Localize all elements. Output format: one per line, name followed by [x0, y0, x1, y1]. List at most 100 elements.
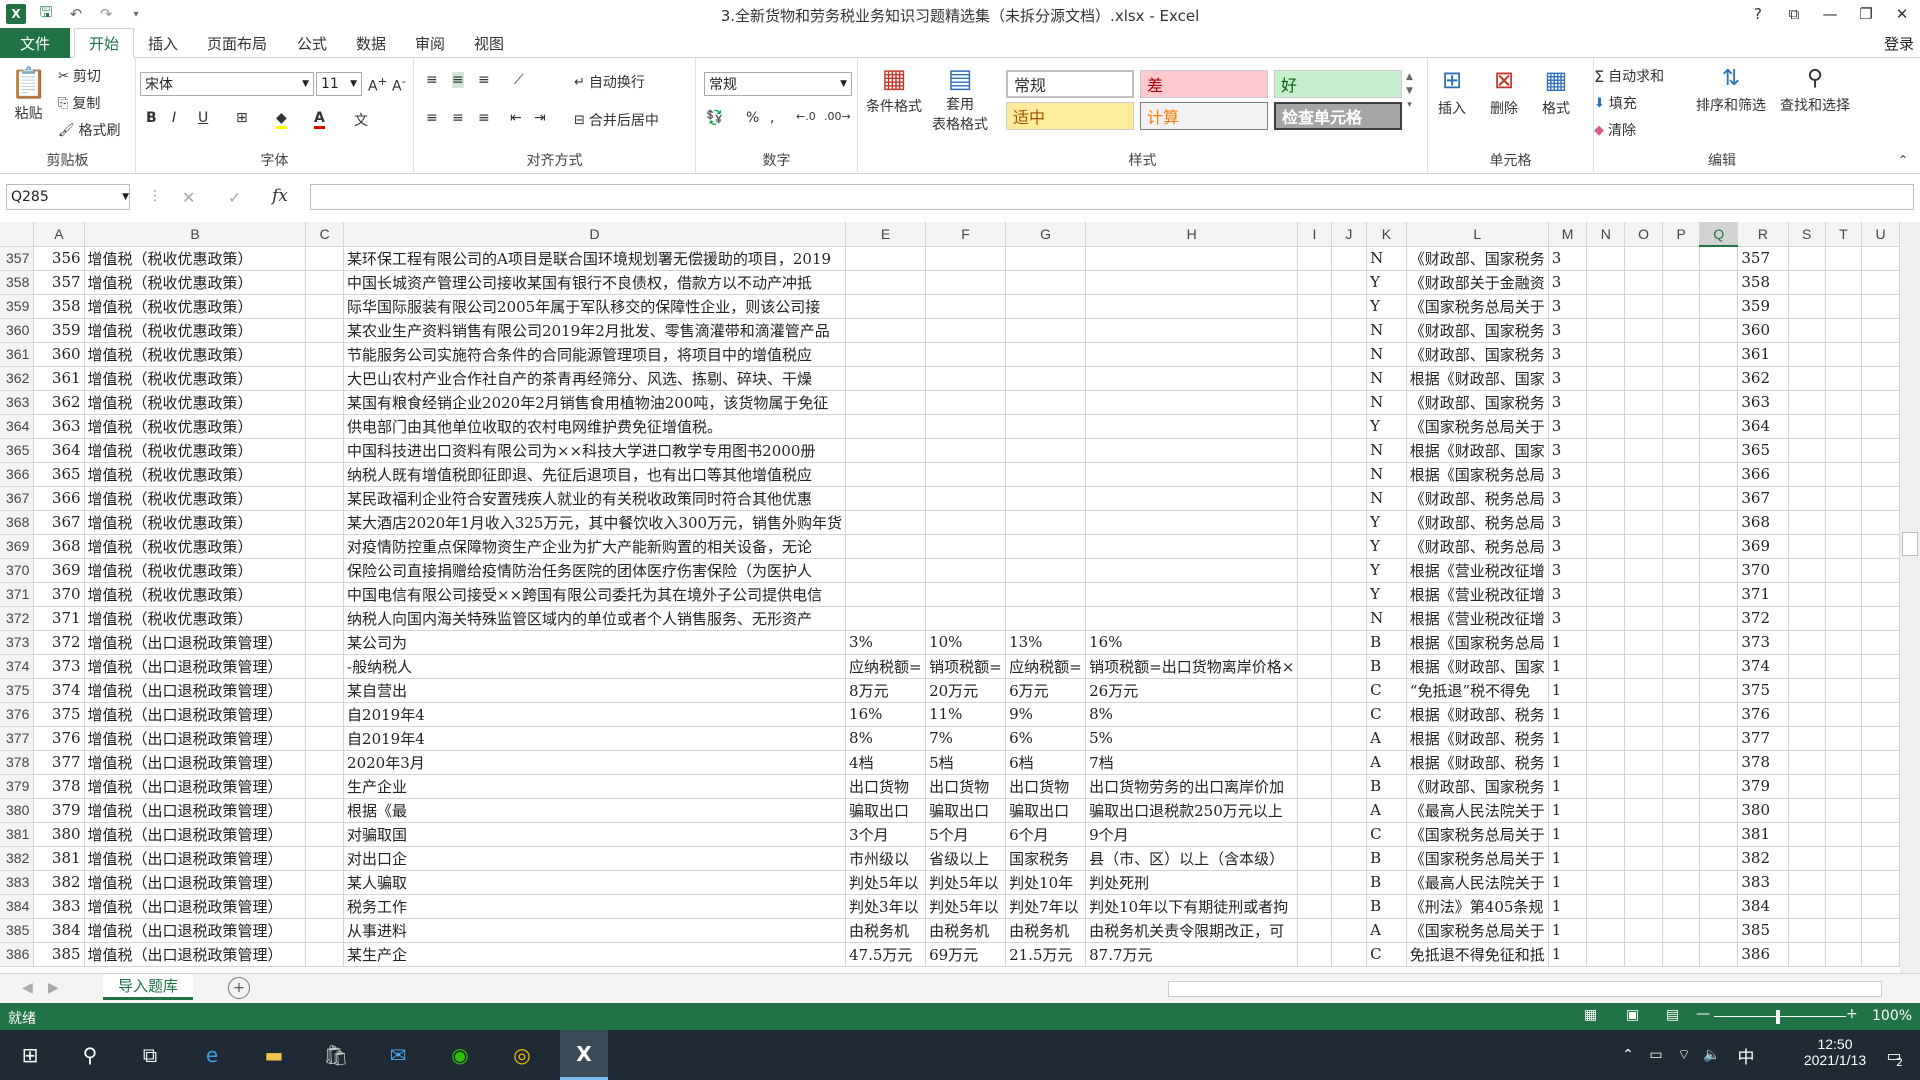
- cell-g[interactable]: 6档: [1005, 750, 1087, 775]
- cell-b[interactable]: 增值税（税收优惠政策）: [84, 510, 307, 535]
- cell-g[interactable]: [1005, 486, 1087, 511]
- format-as-table-button[interactable]: ▤ 套用 表格格式: [932, 64, 988, 134]
- cell-i[interactable]: [1297, 606, 1332, 631]
- cell-a[interactable]: 365: [33, 462, 85, 487]
- cell-c[interactable]: [305, 534, 345, 559]
- cell-u[interactable]: [1861, 462, 1900, 487]
- styles-more-button[interactable]: ▲ ▼ ▾: [1406, 72, 1413, 110]
- increase-decimal-button[interactable]: ←.0: [796, 110, 816, 123]
- cell-o[interactable]: [1624, 582, 1664, 607]
- cell-e[interactable]: 16%: [845, 702, 927, 727]
- cell-r[interactable]: 380: [1737, 798, 1789, 823]
- italic-button[interactable]: I: [172, 110, 176, 126]
- cell-i[interactable]: [1297, 510, 1332, 535]
- cell-f[interactable]: [925, 462, 1007, 487]
- cell-f[interactable]: [925, 534, 1007, 559]
- name-box[interactable]: Q285 ▼: [6, 184, 130, 210]
- cell-i[interactable]: [1297, 246, 1332, 271]
- cell-p[interactable]: [1662, 894, 1701, 919]
- row-header[interactable]: 375: [0, 678, 35, 703]
- cell-e[interactable]: 3%: [845, 630, 927, 655]
- cell-e[interactable]: [845, 558, 927, 583]
- cell-b[interactable]: 增值税（出口退税政策管理）: [84, 774, 307, 799]
- cell-d[interactable]: 自2019年4: [343, 702, 847, 727]
- cell-u[interactable]: [1861, 342, 1900, 367]
- cell-f[interactable]: 69万元: [925, 942, 1007, 967]
- mail-icon[interactable]: ✉: [382, 1039, 414, 1071]
- cell-t[interactable]: [1825, 486, 1863, 511]
- cell-f[interactable]: [925, 270, 1007, 295]
- column-header-m[interactable]: M: [1548, 222, 1588, 247]
- tab-file[interactable]: 文件: [0, 28, 70, 58]
- cell-l[interactable]: 根据《国家税务总局: [1406, 462, 1549, 487]
- cell-t[interactable]: [1825, 246, 1863, 271]
- cell-j[interactable]: [1331, 918, 1368, 943]
- cell-d[interactable]: 税务工作: [343, 894, 847, 919]
- cell-s[interactable]: [1788, 558, 1826, 583]
- cell-i[interactable]: [1297, 582, 1332, 607]
- cell-f[interactable]: [925, 414, 1007, 439]
- cell-b[interactable]: 增值税（出口退税政策管理）: [84, 678, 307, 703]
- cell-s[interactable]: [1788, 822, 1826, 847]
- cell-b[interactable]: 增值税（税收优惠政策）: [84, 270, 307, 295]
- cell-l[interactable]: 根据《财政部、税务: [1406, 702, 1549, 727]
- cell-i[interactable]: [1297, 942, 1332, 967]
- cell-o[interactable]: [1624, 486, 1664, 511]
- cell-k[interactable]: Y: [1366, 510, 1407, 535]
- save-icon[interactable]: 🖫: [36, 3, 56, 24]
- cell-g[interactable]: [1005, 582, 1087, 607]
- cell-r[interactable]: 384: [1737, 894, 1789, 919]
- cell-d[interactable]: 节能服务公司实施符合条件的合同能源管理项目，将项目中的增值税应: [343, 342, 847, 367]
- cell-e[interactable]: [845, 438, 927, 463]
- cell-c[interactable]: [305, 342, 345, 367]
- cell-p[interactable]: [1662, 702, 1701, 727]
- cell-f[interactable]: [925, 390, 1007, 415]
- cell-o[interactable]: [1624, 414, 1664, 439]
- cell-s[interactable]: [1788, 534, 1826, 559]
- cell-c[interactable]: [305, 654, 345, 679]
- cell-m[interactable]: 1: [1548, 678, 1588, 703]
- cell-t[interactable]: [1825, 606, 1863, 631]
- cell-k[interactable]: B: [1366, 894, 1407, 919]
- cell-a[interactable]: 357: [33, 270, 85, 295]
- cell-e[interactable]: 8%: [845, 726, 927, 751]
- cell-q[interactable]: [1699, 438, 1739, 463]
- cell-s[interactable]: [1788, 414, 1826, 439]
- cell-a[interactable]: 361: [33, 366, 85, 391]
- cell-f[interactable]: 5档: [925, 750, 1007, 775]
- cell-j[interactable]: [1331, 270, 1368, 295]
- cell-u[interactable]: [1861, 774, 1900, 799]
- cell-a[interactable]: 377: [33, 750, 85, 775]
- cell-h[interactable]: 判处10年以下有期徒刑或者拘: [1085, 894, 1299, 919]
- cell-c[interactable]: [305, 726, 345, 751]
- ribbon-display-icon[interactable]: ⧉: [1776, 0, 1812, 28]
- cell-i[interactable]: [1297, 342, 1332, 367]
- cell-e[interactable]: [845, 606, 927, 631]
- close-button[interactable]: ✕: [1884, 0, 1920, 28]
- cell-g[interactable]: 骗取出口: [1005, 798, 1087, 823]
- row-header[interactable]: 366: [0, 462, 35, 487]
- cell-n[interactable]: [1586, 486, 1626, 511]
- cell-a[interactable]: 380: [33, 822, 85, 847]
- help-icon[interactable]: ?: [1740, 0, 1776, 28]
- font-name-select[interactable]: 宋体 ▼: [140, 72, 314, 96]
- cell-d[interactable]: 某生产企: [343, 942, 847, 967]
- cell-j[interactable]: [1331, 630, 1368, 655]
- cell-t[interactable]: [1825, 510, 1863, 535]
- cell-l[interactable]: 免抵退不得免征和抵: [1406, 942, 1549, 967]
- ime-indicator[interactable]: 中: [1730, 1039, 1762, 1071]
- cell-n[interactable]: [1586, 846, 1626, 871]
- cell-d[interactable]: 某民政福利企业符合安置残疾人就业的有关税收政策同时符合其他优惠: [343, 486, 847, 511]
- cell-d[interactable]: 保险公司直接捐赠给疫情防治任务医院的团体医疗伤害保险（为医护人: [343, 558, 847, 583]
- cell-k[interactable]: C: [1366, 822, 1407, 847]
- cell-s[interactable]: [1788, 918, 1826, 943]
- cell-a[interactable]: 363: [33, 414, 85, 439]
- format-painter-button[interactable]: 🖌 格式刷: [58, 120, 121, 140]
- cell-f[interactable]: 骗取出口: [925, 798, 1007, 823]
- cell-u[interactable]: [1861, 246, 1900, 271]
- column-header-l[interactable]: L: [1406, 222, 1549, 247]
- cell-u[interactable]: [1861, 798, 1900, 823]
- cell-h[interactable]: 县（市、区）以上（含本级）: [1085, 846, 1299, 871]
- cell-n[interactable]: [1586, 342, 1626, 367]
- cell-l[interactable]: 《财政部、国家税务: [1406, 318, 1549, 343]
